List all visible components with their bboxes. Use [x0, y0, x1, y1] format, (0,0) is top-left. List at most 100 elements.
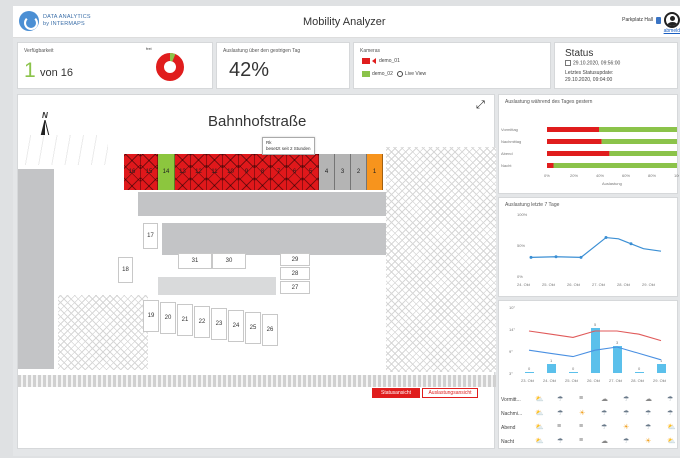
rain-icon: ☂: [645, 410, 652, 417]
status-view-button[interactable]: Statusansicht: [372, 388, 420, 398]
utilization-label: Auslastung über den gestrigen Tag: [223, 48, 301, 54]
rain-icon: ☂: [667, 410, 674, 417]
bar-segment: [547, 139, 602, 144]
camera-item[interactable]: demo_01: [362, 58, 400, 64]
bar-data-label: 1: [660, 358, 663, 363]
x-tick-label: 28. Okt: [617, 282, 631, 287]
availability-donut: [156, 53, 184, 81]
parking-spot-11[interactable]: 11: [207, 154, 223, 190]
x-tick-label: 24. Okt: [543, 378, 557, 383]
data-point: [554, 255, 558, 259]
spot-tooltip: Rk besetzt seit 2 Stunden: [262, 137, 315, 155]
camera-color-swatch: [362, 58, 370, 64]
parking-spot[interactable]: 24: [228, 310, 244, 342]
y-tick-label: 0%: [517, 274, 523, 279]
parking-spot[interactable]: 25: [245, 312, 261, 344]
x-tick-label: 26. Okt: [567, 282, 581, 287]
calendar-icon: [565, 60, 571, 66]
fog-icon: ≡: [557, 423, 562, 430]
parking-spot-3[interactable]: 3: [335, 154, 351, 190]
x-tick-label: 20%: [570, 173, 578, 178]
camera-color-swatch: [362, 71, 370, 77]
parking-spot[interactable]: 18: [118, 257, 133, 283]
parking-spot[interactable]: 19: [143, 300, 159, 332]
sun-cloud-icon: ⛅: [535, 410, 544, 417]
parking-spot-12[interactable]: 12: [191, 154, 207, 190]
parking-spot-16[interactable]: 16: [124, 154, 141, 190]
utilization-view-button[interactable]: Auslastungsansicht: [422, 388, 478, 398]
parking-spot[interactable]: 20: [160, 302, 176, 334]
y-tick-label: 9°: [509, 349, 513, 354]
data-point: [604, 236, 608, 240]
parking-spot-15[interactable]: 15: [141, 154, 158, 190]
data-point: [629, 242, 633, 246]
x-tick-label: 25. Okt: [565, 378, 579, 383]
weather-row-label: Abend: [501, 425, 516, 431]
camera-item[interactable]: demo_02 Live View: [362, 71, 426, 77]
parking-spot[interactable]: 28: [280, 267, 310, 280]
logo[interactable]: DATA ANALYTICS by INTERMAPS: [19, 11, 91, 31]
parking-spot-10[interactable]: 10: [223, 154, 239, 190]
available-count: 1: [24, 59, 36, 82]
parking-spot[interactable]: 22: [194, 306, 210, 338]
camera-name: demo_01: [379, 58, 400, 64]
rain-icon: ☂: [601, 424, 608, 431]
precip-bar: [547, 364, 556, 373]
donut-label: frei: [146, 46, 152, 51]
user-area[interactable]: Parkplatz Hall: [622, 12, 680, 28]
parking-spot[interactable]: 17: [143, 223, 158, 249]
parking-spot[interactable]: 31: [178, 253, 212, 269]
parking-spot-6[interactable]: 6: [287, 154, 303, 190]
parking-spot[interactable]: 26: [262, 314, 278, 346]
driveway: [162, 223, 386, 255]
sun-cloud-icon: ⛅: [535, 438, 544, 445]
app-header: DATA ANALYTICS by INTERMAPS Mobility Ana…: [13, 6, 680, 38]
parking-spot-2[interactable]: 2: [351, 154, 367, 190]
sun-cloud-icon: ⛅: [667, 438, 676, 445]
parking-spot[interactable]: 23: [211, 308, 227, 340]
x-tick-label: 27. Okt: [609, 378, 623, 383]
parking-spot[interactable]: 30: [212, 253, 246, 269]
parking-spot-9[interactable]: 9: [239, 154, 255, 190]
parking-spot-5[interactable]: 5: [303, 154, 319, 190]
parking-spot[interactable]: 21: [177, 304, 193, 336]
parking-map[interactable]: N ⤢ Bahnhofstraße 16 15 14 13 12 11 10 9 8 7 6 5 4 3 2…: [17, 94, 496, 449]
x-tick-label: 60%: [622, 173, 630, 178]
bar-data-label: 0: [528, 366, 531, 371]
live-view-link[interactable]: Live View: [405, 71, 426, 77]
road-marking: [18, 135, 108, 165]
building-block: [18, 169, 54, 369]
weather-panel: 10° 14° 9° 3° 0 23. Okt 1 24. Okt 0 25. Okt 5 26. O…: [498, 300, 678, 449]
rain-icon: ☂: [645, 424, 652, 431]
parking-spot-4[interactable]: 4: [319, 154, 335, 190]
cameras-label: Kameras: [360, 48, 381, 54]
app-title: Mobility Analyzer: [303, 16, 386, 28]
x-tick-label: 24. Okt: [517, 282, 531, 287]
x-tick-label: 40%: [596, 173, 604, 178]
parking-spot-7[interactable]: 7: [271, 154, 287, 190]
weather-row-label: Nachmi...: [501, 411, 523, 417]
parking-spot-8[interactable]: 8: [255, 154, 271, 190]
sun-icon: ☀: [645, 438, 652, 445]
parking-spot-14[interactable]: 14: [158, 154, 175, 190]
parking-spot-13[interactable]: 13: [175, 154, 191, 190]
weather-chart: 10° 14° 9° 3° 0 23. Okt 1 24. Okt 0 25. Okt 5 26. O…: [509, 305, 667, 383]
logout-link[interactable]: abmeld: [664, 28, 680, 34]
parking-spot[interactable]: 29: [280, 253, 310, 266]
parking-spot[interactable]: 27: [280, 281, 310, 294]
y-tick-label: 50%: [517, 243, 525, 248]
utilization-card: Auslastung über den gestrigen Tag 42%: [216, 42, 350, 89]
avatar-icon[interactable]: [664, 12, 680, 28]
category-label: Nachmittag: [501, 139, 521, 144]
x-tick-label: 29. Okt: [653, 378, 667, 383]
precip-bar: [569, 372, 578, 373]
parking-spot-1[interactable]: 1: [367, 154, 383, 190]
fullscreen-icon[interactable]: ⤢: [476, 99, 485, 112]
x-tick-label: 25. Okt: [542, 282, 556, 287]
logo-line1: DATA ANALYTICS: [43, 14, 91, 21]
bar-data-label: 3: [616, 340, 619, 345]
cameras-card: Kameras demo_01 demo_02 Live View: [353, 42, 551, 89]
play-icon[interactable]: [396, 71, 403, 77]
precip-bar: [635, 372, 644, 373]
precip-bar: [657, 364, 666, 373]
